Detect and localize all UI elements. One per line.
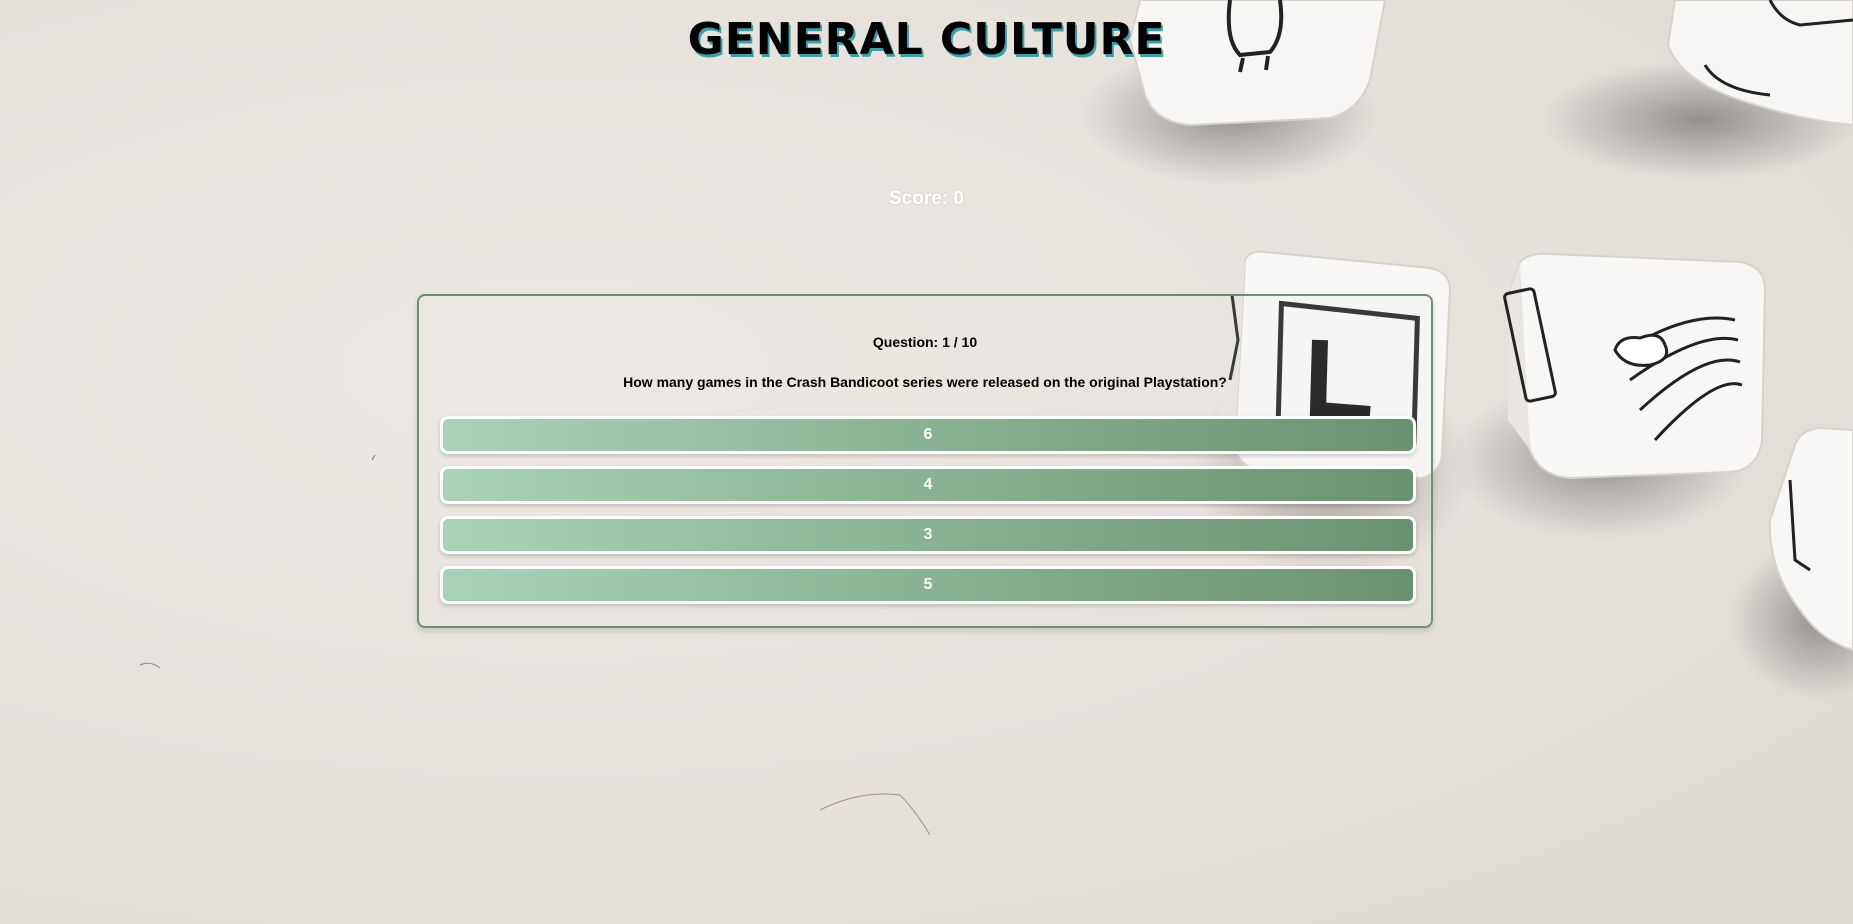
score-display: Score: 0 bbox=[889, 188, 964, 209]
answer-list: 6 4 3 5 bbox=[440, 416, 1416, 616]
quiz-card: Question: 1 / 10 How many games in the C… bbox=[417, 294, 1433, 628]
answer-button-2[interactable]: 4 bbox=[440, 466, 1416, 504]
die-rainbow bbox=[1503, 252, 1767, 480]
answer-button-3[interactable]: 3 bbox=[440, 516, 1416, 554]
answer-button-4[interactable]: 5 bbox=[440, 566, 1416, 604]
question-text: How many games in the Crash Bandicoot se… bbox=[623, 374, 1227, 390]
page-title: GENERAL CULTURE bbox=[687, 14, 1166, 65]
answer-button-1[interactable]: 6 bbox=[440, 416, 1416, 454]
question-progress: Question: 1 / 10 bbox=[872, 334, 978, 350]
